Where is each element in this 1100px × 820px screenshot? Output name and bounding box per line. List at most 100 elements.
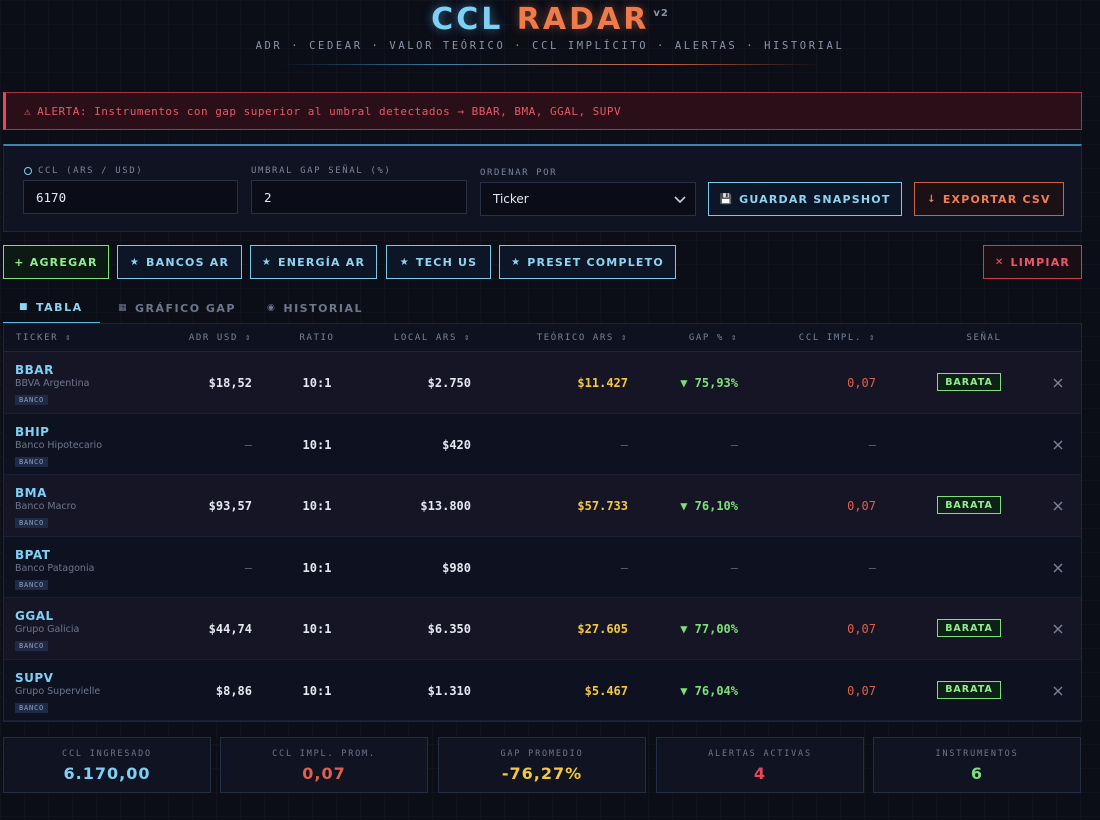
gap-cell: —: [730, 437, 738, 452]
controls-panel: CCL (ARS / USD) 6170 UMBRAL GAP SEÑAL (%…: [3, 144, 1082, 232]
stat-label: CCL INGRESADO: [62, 749, 152, 759]
download-icon: ↓: [927, 193, 937, 205]
stat-ccl-ingresado: CCL INGRESADO 6.170,00: [3, 737, 211, 793]
col-adr[interactable]: ADR USD ⇕: [154, 333, 252, 343]
tag-wrap: BANCO: [15, 637, 49, 651]
ccl-dot-icon: [24, 166, 32, 175]
teorico-cell: —: [620, 560, 628, 575]
ticker-cell: BHIP: [15, 424, 50, 439]
signal-badge: BARATA: [937, 496, 1001, 514]
export-csv-button[interactable]: ↓ EXPORTAR CSV: [914, 182, 1064, 216]
umbral-label: UMBRAL GAP SEÑAL (%): [251, 166, 392, 176]
remove-icon[interactable]: [1051, 376, 1065, 390]
col-senal: SEÑAL: [966, 333, 1002, 343]
ccl-input[interactable]: 6170: [23, 180, 238, 214]
preset-bancos-button[interactable]: ★ BANCOS AR: [117, 245, 242, 279]
local-cell: $6.350: [427, 622, 471, 636]
view-tabs: ■ TABLA ▦ GRÁFICO GAP ◉ HISTORIAL: [3, 292, 1082, 324]
remove-icon[interactable]: [1051, 684, 1065, 698]
ccl-label: CCL (ARS / USD): [24, 166, 143, 176]
table-icon: ■: [19, 302, 30, 312]
table-row[interactable]: BBAR BBVA Argentina BANCO $18,52 10:1 $2.750 $…: [4, 352, 1081, 414]
instruments-table: TICKER ⇕ ADR USD ⇕ RATIO LOCAL ARS ⇕ TEÓ…: [3, 323, 1082, 722]
remove-icon[interactable]: [1051, 622, 1065, 636]
remove-icon[interactable]: [1051, 499, 1065, 513]
table-row[interactable]: GGAL Grupo Galicia BANCO $44,74 10:1 $6.350 $2…: [4, 598, 1081, 660]
col-gap[interactable]: GAP % ⇕: [638, 333, 738, 343]
company-name: Banco Hipotecario: [15, 439, 103, 451]
teorico-cell: $57.733: [577, 499, 628, 513]
tab-historial[interactable]: ◉ HISTORIAL: [267, 292, 377, 324]
stat-value: 6: [970, 764, 984, 783]
table-row[interactable]: BPAT Banco Patagonia BANCO — 10:1 $980 — — —: [4, 537, 1081, 598]
company-name: Banco Patagonia: [15, 562, 95, 574]
tag-wrap: BANCO: [15, 453, 49, 467]
col-ticker[interactable]: TICKER ⇕: [16, 333, 72, 343]
stat-ccl-impl-prom: CCL IMPL. PROM. 0,07: [220, 737, 428, 793]
ccl-impl-cell: 0,07: [847, 622, 876, 636]
ratio-cell: 10:1: [302, 499, 332, 513]
ratio-cell: 10:1: [302, 560, 332, 575]
gap-cell: ▼ 77,00%: [680, 622, 738, 636]
star-icon: ★: [129, 256, 141, 268]
ticker-cell: SUPV: [15, 670, 54, 685]
stat-alertas-activas: ALERTAS ACTIVAS 4: [656, 737, 864, 793]
add-button[interactable]: + AGREGAR: [3, 245, 109, 279]
local-cell: $2.750: [427, 376, 471, 390]
ccl-impl-cell: 0,07: [847, 683, 876, 698]
ticker-cell: BPAT: [15, 547, 51, 562]
sector-tag: BANCO: [15, 518, 49, 528]
save-snapshot-button[interactable]: 💾 GUARDAR SNAPSHOT: [708, 182, 902, 216]
stat-value: -76,27%: [501, 764, 583, 783]
sector-tag: BANCO: [15, 395, 49, 405]
gap-cell: —: [730, 560, 738, 575]
local-cell: $420: [442, 437, 471, 452]
col-ccl[interactable]: CCL IMPL. ⇕: [756, 333, 876, 343]
stat-value: 6.170,00: [63, 764, 151, 783]
signal-badge: BARATA: [937, 373, 1001, 391]
ordenar-select[interactable]: Ticker: [480, 182, 696, 216]
remove-icon[interactable]: [1051, 438, 1065, 452]
ordenar-label: ORDENAR POR: [480, 168, 558, 178]
col-local[interactable]: LOCAL ARS ⇕: [351, 333, 471, 343]
tab-grafico-gap[interactable]: ▦ GRÁFICO GAP: [118, 292, 258, 324]
alert-banner: ⚠ ALERTA: Instrumentos con gap superior …: [3, 92, 1082, 130]
table-row[interactable]: BMA Banco Macro BANCO $93,57 10:1 $13.800 $57.…: [4, 475, 1081, 537]
tab-tabla[interactable]: ■ TABLA: [3, 292, 100, 324]
col-teorico[interactable]: TEÓRICO ARS ⇕: [488, 333, 628, 343]
sector-tag: BANCO: [15, 702, 49, 713]
local-cell: $980: [442, 560, 471, 575]
ccl-impl-cell: 0,07: [847, 499, 876, 513]
gap-cell: ▼ 76,04%: [680, 683, 738, 698]
star-icon: ★: [261, 256, 272, 268]
tag-wrap: BANCO: [15, 699, 49, 713]
tag-wrap: BANCO: [15, 391, 49, 405]
stat-label: ALERTAS ACTIVAS: [708, 749, 812, 759]
table-row[interactable]: SUPV Grupo Supervielle BANCO $8,86 10:1 $1.31…: [4, 660, 1081, 721]
ccl-impl-cell: —: [868, 560, 876, 575]
stat-label: INSTRUMENTOS: [935, 749, 1019, 759]
preset-energia-button[interactable]: ★ ENERGÍA AR: [250, 245, 377, 279]
remove-icon[interactable]: [1051, 561, 1065, 575]
ratio-cell: 10:1: [302, 622, 332, 636]
sector-tag: BANCO: [15, 456, 49, 467]
local-cell: $13.800: [420, 499, 471, 513]
adr-cell: $18,52: [208, 376, 252, 390]
adr-cell: —: [244, 560, 252, 575]
stat-value: 0,07: [302, 764, 346, 783]
sector-tag: BANCO: [15, 641, 49, 651]
umbral-input[interactable]: 2: [251, 180, 467, 214]
signal-badge: BARATA: [937, 619, 1001, 637]
preset-tech-button[interactable]: ★ TECH US: [386, 245, 491, 279]
app-title: CCL RADAR v2: [0, 2, 1100, 37]
star-icon: ★: [399, 256, 410, 268]
tag-wrap: BANCO: [15, 576, 49, 590]
ratio-cell: 10:1: [302, 376, 332, 390]
clear-button[interactable]: ✕ LIMPIAR: [983, 245, 1082, 279]
gap-cell: ▼ 76,10%: [680, 499, 738, 513]
adr-cell: $44,74: [208, 622, 252, 636]
ordenar-value: Ticker: [493, 192, 529, 206]
table-row[interactable]: BHIP Banco Hipotecario BANCO — 10:1 $420 — — —: [4, 414, 1081, 475]
stat-instrumentos: INSTRUMENTOS 6: [873, 737, 1081, 793]
preset-completo-button[interactable]: ★ PRESET COMPLETO: [499, 245, 676, 279]
